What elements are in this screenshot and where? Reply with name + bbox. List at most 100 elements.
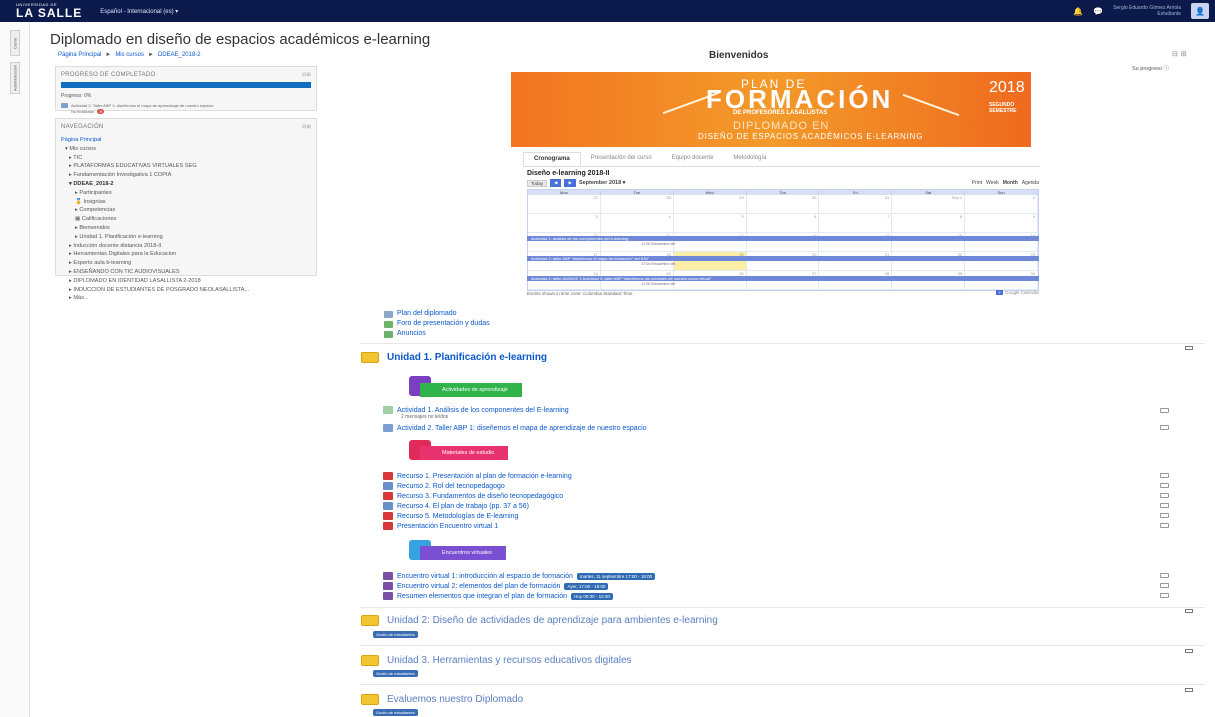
your-progress-help[interactable]: Su progreso ⓘ <box>1132 64 1169 72</box>
user-menu[interactable]: Sergio Eduardo Gómez Arriola Estudiante <box>1113 5 1181 17</box>
expand-all-icon[interactable]: ⊞ <box>1181 50 1187 58</box>
block-controls-icon[interactable]: ⊟⊞ <box>302 124 311 130</box>
resource-forum[interactable]: Foro de presentación y dudas <box>384 319 490 329</box>
calendar-day-cell[interactable]: 3 <box>528 214 601 233</box>
nav-item-course[interactable]: ▸ PLATAFORMAS EDUCATIVAS VIRTUALES SEG <box>61 162 311 171</box>
calendar-day-cell[interactable]: 20 <box>746 252 820 271</box>
meeting-item[interactable]: Resumen elementos que integran el plan d… <box>383 592 613 600</box>
calendar-event[interactable]: Actividad 2: taller ABP "diseñemos el ma… <box>527 256 1039 261</box>
completion-checkbox[interactable] <box>1160 523 1169 528</box>
notifications-icon[interactable]: 🔔 <box>1073 7 1083 16</box>
nav-item-more[interactable]: ▸ Más... <box>61 294 311 303</box>
calendar-day-cell[interactable]: 6 <box>746 214 820 233</box>
tab-presentacion[interactable]: Presentación del curso <box>581 152 662 166</box>
calendar-day-cell[interactable]: 9 <box>965 214 1038 233</box>
nav-item-grades[interactable]: ▦ Calificaciones <box>61 215 311 224</box>
calendar-prev-button[interactable]: ◀ <box>550 179 562 187</box>
calendar-day-cell[interactable]: 7 <box>819 214 893 233</box>
calendar-day-cell[interactable]: 22 <box>892 252 966 271</box>
completion-checkbox[interactable] <box>1160 473 1169 478</box>
section-evaluation[interactable]: Evaluemos nuestro Diplomado <box>361 694 523 705</box>
calendar-event[interactable]: Actividad 1: análisis de los componentes… <box>527 236 1039 241</box>
avatar[interactable]: 👤 <box>1191 3 1209 19</box>
calendar-day-cell[interactable]: 29 <box>673 195 747 214</box>
nav-item-course[interactable]: ▸ Inducción docente distancia 2018-II <box>61 242 311 251</box>
calendar-view-week[interactable]: Week <box>986 180 999 186</box>
material-item[interactable]: Recurso 4. El plan de trabajo (pp. 37 a … <box>383 502 529 510</box>
tab-cronograma[interactable]: Cronograma <box>523 152 581 166</box>
material-item[interactable]: Recurso 1. Presentación al plan de forma… <box>383 472 572 480</box>
calendar-day-cell[interactable]: 2 <box>965 195 1038 214</box>
section-unit1[interactable]: Unidad 1. Planificación e-learning <box>361 352 547 363</box>
breadcrumb-my-courses[interactable]: Mis cursos <box>115 52 144 58</box>
material-item[interactable]: Recurso 2. Rol del tecnopedagogo <box>383 482 505 490</box>
calendar-day-cell[interactable]: Sep 1 <box>892 195 966 214</box>
calendar-day-cell[interactable]: 31 <box>819 195 893 214</box>
university-logo[interactable]: UNIVERSIDAD DE LA SALLE <box>16 3 82 20</box>
tab-metodologia[interactable]: Metodología <box>723 152 776 166</box>
nav-item-section[interactable]: ▸ Bienvenidos <box>61 224 311 233</box>
nav-item-course[interactable]: ▸ ENSEÑANDO CON TIC AUDIOVISUALES <box>61 268 311 277</box>
progress-activity-item[interactable]: Actividad 2. Taller ABP 1: diseñemos el … <box>61 103 311 108</box>
calendar-day-cell[interactable]: 27 <box>528 195 601 214</box>
calendar-day-cell[interactable]: 19 <box>673 252 747 271</box>
nav-item-participants[interactable]: ▸ Participantes <box>61 189 311 198</box>
meeting-item[interactable]: Encuentro virtual 1: introducción al esp… <box>383 572 656 580</box>
nav-item-home[interactable]: Página Principal <box>61 136 311 145</box>
completion-checkbox[interactable] <box>1160 583 1169 588</box>
rail-tab-close[interactable]: Cerrar <box>10 30 20 56</box>
nav-item-current-course[interactable]: ▾ DDEAE_2018-2 <box>61 180 311 189</box>
calendar-day-cell[interactable]: 4 <box>600 214 674 233</box>
resource-news[interactable]: Anuncios <box>384 329 490 339</box>
material-item[interactable]: Recurso 5. Metodologías de E-learning <box>383 512 518 520</box>
nav-item-course[interactable]: ▸ INDUCCION DE ESTUDIANTES DE POSGRADO N… <box>61 286 311 295</box>
section-collapse-icon[interactable] <box>1185 649 1193 653</box>
activity-forum-1[interactable]: Actividad 1. Análisis de los componentes… <box>383 406 569 420</box>
calendar-day-cell[interactable]: 8 <box>892 214 966 233</box>
nav-item-course[interactable]: ▸ Herramientas Digitales para la Educaci… <box>61 250 311 259</box>
calendar-next-button[interactable]: ▶ <box>564 179 576 187</box>
messages-icon[interactable]: 💬 <box>1093 7 1103 16</box>
breadcrumb-course[interactable]: DDEAE_2018-2 <box>158 52 201 58</box>
calendar-today-button[interactable]: Today <box>527 179 548 187</box>
rail-tab-admin[interactable]: Administración <box>10 62 20 94</box>
material-item[interactable]: Presentación Encuentro virtual 1 <box>383 522 498 530</box>
completion-checkbox[interactable] <box>1160 503 1169 508</box>
section-collapse-icon[interactable] <box>1185 609 1193 613</box>
block-controls-icon[interactable]: ⊟⊞ <box>302 72 311 78</box>
nav-item-my-courses[interactable]: ▾ Mis cursos <box>61 145 311 154</box>
section-toggle-icons[interactable]: ⊟ ⊞ <box>1172 50 1187 58</box>
nav-item-course[interactable]: ▸ TIC <box>61 154 311 163</box>
section-unit3[interactable]: Unidad 3. Herramientas y recursos educat… <box>361 655 632 666</box>
calendar-day-cell[interactable]: 21 <box>819 252 893 271</box>
collapse-all-icon[interactable]: ⊟ <box>1172 50 1178 58</box>
completion-checkbox[interactable] <box>1160 408 1169 413</box>
calendar-month-select[interactable]: September 2018 ▾ <box>579 180 625 186</box>
completion-checkbox[interactable] <box>1160 573 1169 578</box>
completion-checkbox[interactable] <box>1160 593 1169 598</box>
google-calendar-link[interactable]: + Google Calendar <box>996 290 1039 295</box>
nav-item-competencies[interactable]: ▸ Competencias <box>61 206 311 215</box>
nav-item-course[interactable]: ▸ Experto aula b-learning <box>61 259 311 268</box>
completion-checkbox[interactable] <box>1160 483 1169 488</box>
language-menu[interactable]: Español - Internacional (es) ▾ <box>100 8 178 15</box>
calendar-event[interactable]: Actividad 2: taller AVANCE 1 Actividad 3… <box>527 276 1039 281</box>
calendar-view-month[interactable]: Month <box>1003 180 1018 186</box>
nav-item-section[interactable]: ▸ Unidad 1. Planificación e-learning <box>61 233 311 242</box>
calendar-day-cell[interactable]: 17 <box>528 252 601 271</box>
calendar-day-cell[interactable]: 23 <box>965 252 1038 271</box>
calendar-view-agenda[interactable]: Agenda <box>1022 180 1039 186</box>
section-unit2[interactable]: Unidad 2: Diseño de actividades de apren… <box>361 615 718 626</box>
activity-assignment-2[interactable]: Actividad 2. Taller ABP 1: diseñemos el … <box>383 424 647 432</box>
material-item[interactable]: Recurso 3. Fundamentos de diseño tecnope… <box>383 492 563 500</box>
tab-equipo[interactable]: Equipo docente <box>662 152 724 166</box>
section-collapse-icon[interactable] <box>1185 346 1193 350</box>
resource-plan[interactable]: Plan del diplomado <box>384 309 490 319</box>
calendar-day-cell[interactable]: 5 <box>673 214 747 233</box>
nav-item-badges[interactable]: 🏅 Insignias <box>61 198 311 207</box>
meeting-item[interactable]: Encuentro virtual 2: elementos del plan … <box>383 582 609 590</box>
completion-checkbox[interactable] <box>1160 513 1169 518</box>
section-collapse-icon[interactable] <box>1185 688 1193 692</box>
breadcrumb-home[interactable]: Página Principal <box>58 52 101 58</box>
calendar-day-cell[interactable]: 30 <box>746 195 820 214</box>
